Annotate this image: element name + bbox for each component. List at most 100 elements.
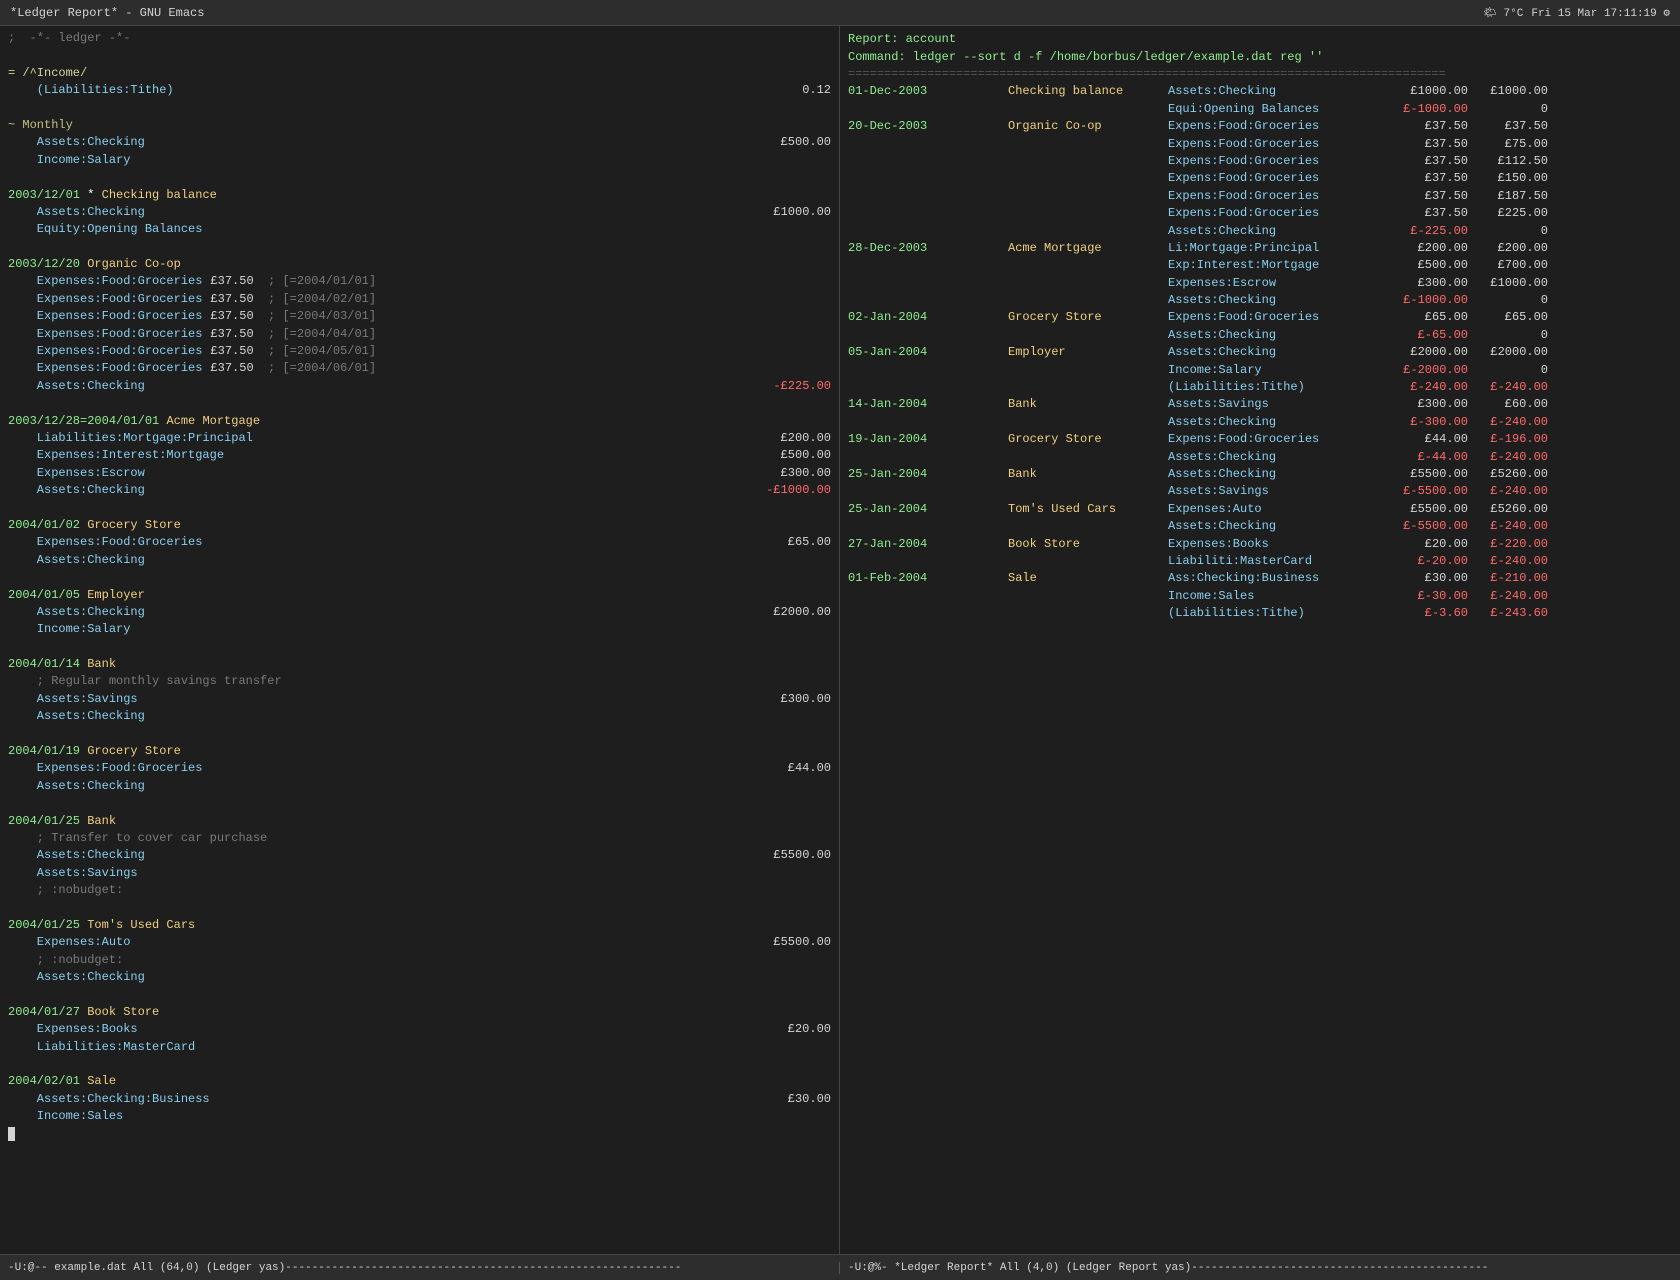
title-bar: *Ledger Report* - GNU Emacs 🌤 7°C Fri 15… (0, 0, 1680, 26)
left-line: Assets:Checking-£1000.00 (8, 482, 831, 499)
left-line: Expenses:Escrow£300.00 (8, 465, 831, 482)
left-line (8, 169, 831, 186)
rp-row: Liabiliti:MasterCard£-20.00£-240.00 (848, 553, 1672, 570)
left-line: ; -*- ledger -*- (8, 30, 831, 47)
left-line (8, 100, 831, 117)
left-line: Assets:Checking:Business£30.00 (8, 1091, 831, 1108)
rp-row: Assets:Checking£-65.000 (848, 327, 1672, 344)
rp-separator: ========================================… (848, 66, 1672, 83)
left-line: ~ Monthly (8, 117, 831, 134)
system-info: 🌤 7°C Fri 15 Mar 17:11:19 ⚙ (1483, 6, 1670, 20)
rp-row: Assets:Checking£-1000.000 (848, 292, 1672, 309)
left-line: 2004/02/01 Sale (8, 1073, 831, 1090)
rp-row: 28-Dec-2003Acme MortgageLi:Mortgage:Prin… (848, 240, 1672, 257)
left-pane[interactable]: ; -*- ledger -*- = /^Income/ (Liabilitie… (0, 26, 840, 1254)
left-line: Assets:Checking£2000.00 (8, 604, 831, 621)
left-line: Income:Salary (8, 621, 831, 638)
rp-header1: Report: account (848, 30, 1672, 48)
left-line: 2004/01/02 Grocery Store (8, 517, 831, 534)
datetime-info: Fri 15 Mar 17:11:19 ⚙ (1531, 6, 1670, 20)
rp-row: Expens:Food:Groceries£37.50£112.50 (848, 153, 1672, 170)
left-line (8, 726, 831, 743)
left-line: = /^Income/ (8, 65, 831, 82)
rp-row: (Liabilities:Tithe)£-3.60£-243.60 (848, 605, 1672, 622)
rp-row: Expens:Food:Groceries£37.50£187.50 (848, 188, 1672, 205)
left-line (8, 47, 831, 64)
left-line: Assets:Checking£1000.00 (8, 204, 831, 221)
left-line: 2003/12/01 * Checking balance (8, 187, 831, 204)
left-line: Assets:Checking (8, 969, 831, 986)
left-line: ; :nobudget: (8, 952, 831, 969)
left-line (8, 900, 831, 917)
left-line (8, 239, 831, 256)
left-line: 2004/01/25 Bank (8, 813, 831, 830)
rp-row: 02-Jan-2004Grocery StoreExpens:Food:Groc… (848, 309, 1672, 326)
left-line: ; Transfer to cover car purchase (8, 830, 831, 847)
rp-row: 05-Jan-2004EmployerAssets:Checking£2000.… (848, 344, 1672, 361)
left-line: Income:Sales (8, 1108, 831, 1125)
left-line: Assets:Checking (8, 708, 831, 725)
left-line: 2004/01/05 Employer (8, 587, 831, 604)
left-line: Equity:Opening Balances (8, 221, 831, 238)
rp-row: 25-Jan-2004BankAssets:Checking£5500.00£5… (848, 466, 1672, 483)
right-pane[interactable]: Report: accountCommand: ledger --sort d … (840, 26, 1680, 1254)
rp-row: (Liabilities:Tithe)£-240.00£-240.00 (848, 379, 1672, 396)
rp-row: 27-Jan-2004Book StoreExpenses:Books£20.0… (848, 536, 1672, 553)
left-line: 2004/01/14 Bank (8, 656, 831, 673)
left-line: Expenses:Food:Groceries£37.50 ; [=2004/0… (8, 326, 831, 343)
left-line: Expenses:Food:Groceries£65.00 (8, 534, 831, 551)
left-line: Liabilities:MasterCard (8, 1039, 831, 1056)
rp-row: Expenses:Escrow£300.00£1000.00 (848, 275, 1672, 292)
rp-row: Exp:Interest:Mortgage£500.00£700.00 (848, 257, 1672, 274)
status-right: -U:@%- *Ledger Report* All (4,0) (Ledger… (840, 1262, 1680, 1274)
left-line: Assets:Checking-£225.00 (8, 378, 831, 395)
left-line: Income:Salary (8, 152, 831, 169)
left-line: Assets:Checking£500.00 (8, 134, 831, 151)
rp-row: Assets:Checking£-225.000 (848, 223, 1672, 240)
rp-row: Assets:Checking£-5500.00£-240.00 (848, 518, 1672, 535)
left-line: Assets:Checking (8, 552, 831, 569)
left-line: 2004/01/25 Tom's Used Cars (8, 917, 831, 934)
left-line: 2003/12/20 Organic Co-op (8, 256, 831, 273)
left-line: Assets:Checking£5500.00 (8, 847, 831, 864)
rp-row: 25-Jan-2004Tom's Used CarsExpenses:Auto£… (848, 501, 1672, 518)
rp-row: Expens:Food:Groceries£37.50£150.00 (848, 170, 1672, 187)
status-bar: -U:@-- example.dat All (64,0) (Ledger ya… (0, 1254, 1680, 1280)
left-line: Assets:Checking (8, 778, 831, 795)
rp-row: Assets:Savings£-5500.00£-240.00 (848, 483, 1672, 500)
left-line (8, 986, 831, 1003)
left-line: Assets:Savings (8, 865, 831, 882)
left-line: 2004/01/19 Grocery Store (8, 743, 831, 760)
rp-row: Assets:Checking£-300.00£-240.00 (848, 414, 1672, 431)
left-line: Expenses:Auto£5500.00 (8, 934, 831, 951)
status-left: -U:@-- example.dat All (64,0) (Ledger ya… (0, 1262, 840, 1274)
left-line: Expenses:Food:Groceries£37.50 ; [=2004/0… (8, 291, 831, 308)
rp-row: 20-Dec-2003Organic Co-opExpens:Food:Groc… (848, 118, 1672, 135)
left-line: Expenses:Books£20.00 (8, 1021, 831, 1038)
rp-row: 14-Jan-2004BankAssets:Savings£300.00£60.… (848, 396, 1672, 413)
left-line: Assets:Savings£300.00 (8, 691, 831, 708)
left-line: Expenses:Interest:Mortgage£500.00 (8, 447, 831, 464)
left-line (8, 1056, 831, 1073)
rp-header2: Command: ledger --sort d -f /home/borbus… (848, 48, 1672, 66)
left-line (8, 639, 831, 656)
left-line: Expenses:Food:Groceries£44.00 (8, 760, 831, 777)
left-line: Expenses:Food:Groceries£37.50 ; [=2004/0… (8, 360, 831, 377)
rp-row: Equi:Opening Balances£-1000.000 (848, 101, 1672, 118)
left-line: 2004/01/27 Book Store (8, 1004, 831, 1021)
left-line: Expenses:Food:Groceries£37.50 ; [=2004/0… (8, 343, 831, 360)
rp-row: Assets:Checking£-44.00£-240.00 (848, 449, 1672, 466)
rp-row: 01-Dec-2003Checking balanceAssets:Checki… (848, 83, 1672, 100)
main-area: ; -*- ledger -*- = /^Income/ (Liabilitie… (0, 26, 1680, 1254)
rp-row: Income:Salary£-2000.000 (848, 362, 1672, 379)
left-line: 2003/12/28=2004/01/01 Acme Mortgage (8, 413, 831, 430)
left-line (8, 569, 831, 586)
left-line: Liabilities:Mortgage:Principal£200.00 (8, 430, 831, 447)
rp-row: Income:Sales£-30.00£-240.00 (848, 588, 1672, 605)
rp-row: 01-Feb-2004SaleAss:Checking:Business£30.… (848, 570, 1672, 587)
rp-row: 19-Jan-2004Grocery StoreExpens:Food:Groc… (848, 431, 1672, 448)
weather-info: 🌤 7°C (1483, 6, 1523, 20)
rp-row: Expens:Food:Groceries£37.50£225.00 (848, 205, 1672, 222)
rp-row: Expens:Food:Groceries£37.50£75.00 (848, 136, 1672, 153)
left-line (8, 500, 831, 517)
